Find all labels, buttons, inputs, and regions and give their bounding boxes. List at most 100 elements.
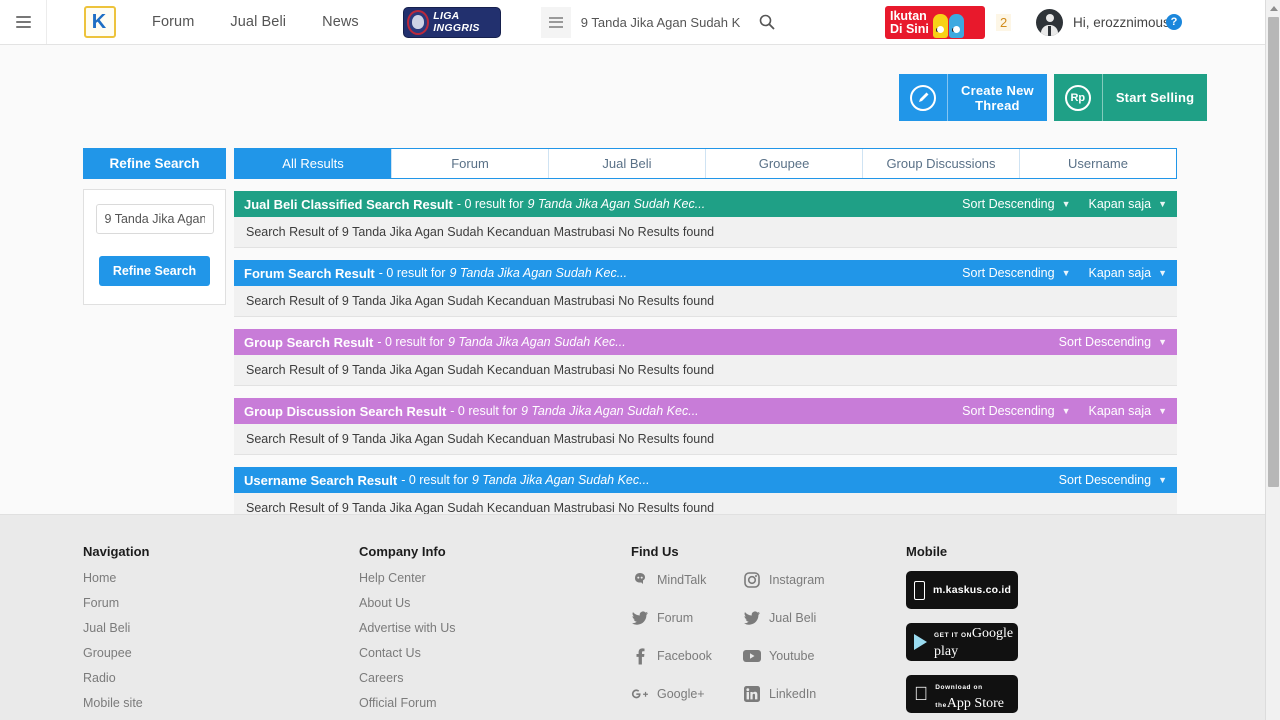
page-scrollbar[interactable] [1265,0,1280,720]
chevron-down-icon: ▼ [1061,199,1071,209]
sort-dropdown[interactable]: Sort Descending ▼ [962,197,1070,211]
start-selling-button[interactable]: Rp Start Selling [1053,74,1208,121]
promo-line-2: Di Sini [890,21,929,36]
notification-count-badge[interactable]: 2 [996,14,1012,31]
nav-item-forum[interactable]: Forum [152,14,194,30]
store-badge-line-1: GET IT ON [934,632,972,639]
search-input[interactable] [570,6,751,38]
twitter-icon [631,609,649,627]
main-menu-button[interactable] [0,0,47,44]
footer-link-official-forum[interactable]: Official Forum [359,696,456,710]
footer-findus-heading: Find Us [631,544,679,559]
refine-search-heading[interactable]: Refine Search [83,148,226,179]
social-link-label: Jual Beli [769,611,817,625]
footer-link-groupee[interactable]: Groupee [83,646,149,660]
sort-label: Sort Descending [1058,473,1152,487]
footer-link-careers[interactable]: Careers [359,671,456,685]
refine-search-input[interactable] [95,204,214,234]
refine-search-button[interactable]: Refine Search [98,256,211,286]
footer-link-contact-us[interactable]: Contact Us [359,646,456,660]
hamburger-icon [15,13,31,31]
search-submit-button[interactable] [750,6,783,38]
nav-item-jual-beli[interactable]: Jual Beli [230,14,286,30]
tab-jual-beli[interactable]: Jual Beli [549,149,706,178]
time-filter-dropdown[interactable]: Kapan saja ▼ [1089,404,1167,418]
store-badge-msite[interactable]: m.kaskus.co.id [906,571,1018,609]
footer-link-help-center[interactable]: Help Center [359,571,456,585]
social-link-linkedin[interactable]: LinkedIn [743,685,855,703]
store-badge-apple[interactable]: Download on theApp Store [906,675,1018,713]
result-count: - 0 result for [401,473,468,487]
scroll-up-button[interactable] [1266,0,1280,16]
store-badge-google[interactable]: GET IT ONGoogle play [906,623,1018,661]
mindtalk-icon [631,571,649,589]
social-link-forum[interactable]: Forum [631,609,743,627]
user-greeting[interactable]: Hi, erozznimous [1073,15,1170,30]
create-new-thread-button[interactable]: Create New Thread [899,74,1047,121]
result-title: Jual Beli Classified Search Result [244,196,453,212]
google-play-icon [914,634,927,650]
social-link-label: Facebook [657,649,712,663]
footer-link-advertise-with-us[interactable]: Advertise with Us [359,621,456,635]
promo-banner[interactable]: Ikutan Di Sini [885,6,985,39]
chevron-up-icon [1269,5,1278,11]
social-link-label: Instagram [769,573,825,587]
social-link-google-[interactable]: Google+ [631,685,743,703]
avatar[interactable] [1036,9,1063,36]
result-title: Username Search Result [244,472,398,488]
sort-dropdown[interactable]: Sort Descending ▼ [1059,335,1167,349]
rupiah-icon: Rp [1064,84,1091,111]
result-query-term: 9 Tanda Jika Agan Sudah Kec... [449,266,628,280]
kaskus-logo[interactable]: K [84,6,116,38]
footer-company-column: Company Info Help Center About Us Advertis… [359,544,456,720]
result-block: Group Discussion Search Result - 0 result… [234,398,1177,455]
footer-link-mobile-site[interactable]: Mobile site [83,696,149,710]
tab-groupee[interactable]: Groupee [706,149,863,178]
tab-group-discussions[interactable]: Group Discussions [863,149,1020,178]
liga-inggris-badge[interactable]: LIGA INGGRIS [402,6,501,38]
nav-item-news[interactable]: News [322,14,359,30]
chevron-down-icon: ▼ [1158,475,1167,485]
footer-link-jual-beli[interactable]: Jual Beli [83,621,149,635]
time-filter-dropdown[interactable]: Kapan saja ▼ [1089,266,1167,280]
time-filter-dropdown[interactable]: Kapan saja ▼ [1089,197,1167,211]
sort-dropdown[interactable]: Sort Descending ▼ [962,404,1070,418]
result-title: Forum Search Result [244,265,375,281]
tab-username[interactable]: Username [1020,149,1176,178]
pencil-icon [910,84,936,111]
search-icon [759,14,775,30]
sort-label: Sort Descending [962,266,1055,280]
result-blocks: Jual Beli Classified Search Result - 0 re… [234,191,1177,524]
footer-mobile-column: Mobile m.kaskus.co.id GET IT ONGoogle pla… [906,544,1018,720]
help-icon[interactable]: ? [1166,14,1182,30]
list-icon [548,14,563,30]
social-link-instagram[interactable]: Instagram [743,571,855,589]
create-thread-label: Create New Thread [948,83,1047,113]
sort-label: Sort Descending [962,197,1055,211]
social-link-youtube[interactable]: Youtube [743,647,855,665]
sort-dropdown[interactable]: Sort Descending ▼ [962,266,1070,280]
chevron-down-icon: ▼ [1158,406,1167,416]
footer-link-about-us[interactable]: About Us [359,596,456,610]
sort-label: Sort Descending [962,404,1055,418]
result-empty-message: Search Result of 9 Tanda Jika Agan Sudah… [234,217,1177,248]
scrollbar-thumb[interactable] [1268,17,1279,487]
result-block-header: Group Discussion Search Result - 0 result… [234,398,1177,424]
sort-dropdown[interactable]: Sort Descending ▼ [1059,473,1167,487]
footer-mobile-heading: Mobile [906,544,948,559]
search-category-button[interactable] [540,6,571,38]
footer-link-radio[interactable]: Radio [83,671,149,685]
time-filter-label: Kapan saja [1088,404,1152,418]
result-query-term: 9 Tanda Jika Agan Sudah Kec... [527,197,706,211]
create-thread-line-1: Create New [961,82,1034,98]
social-link-jual-beli[interactable]: Jual Beli [743,609,855,627]
tab-forum[interactable]: Forum [392,149,549,178]
footer-link-forum[interactable]: Forum [83,596,149,610]
logo-letter: K [91,11,107,33]
result-tabs: All Results Forum Jual Beli Groupee Group Di… [234,148,1177,179]
footer-link-home[interactable]: Home [83,571,149,585]
tab-all-results[interactable]: All Results [235,149,392,178]
social-link-facebook[interactable]: Facebook [631,647,743,665]
result-block-header: Group Search Result - 0 result for 9 Tanda… [234,329,1177,355]
social-link-mindtalk[interactable]: MindTalk [631,571,743,589]
